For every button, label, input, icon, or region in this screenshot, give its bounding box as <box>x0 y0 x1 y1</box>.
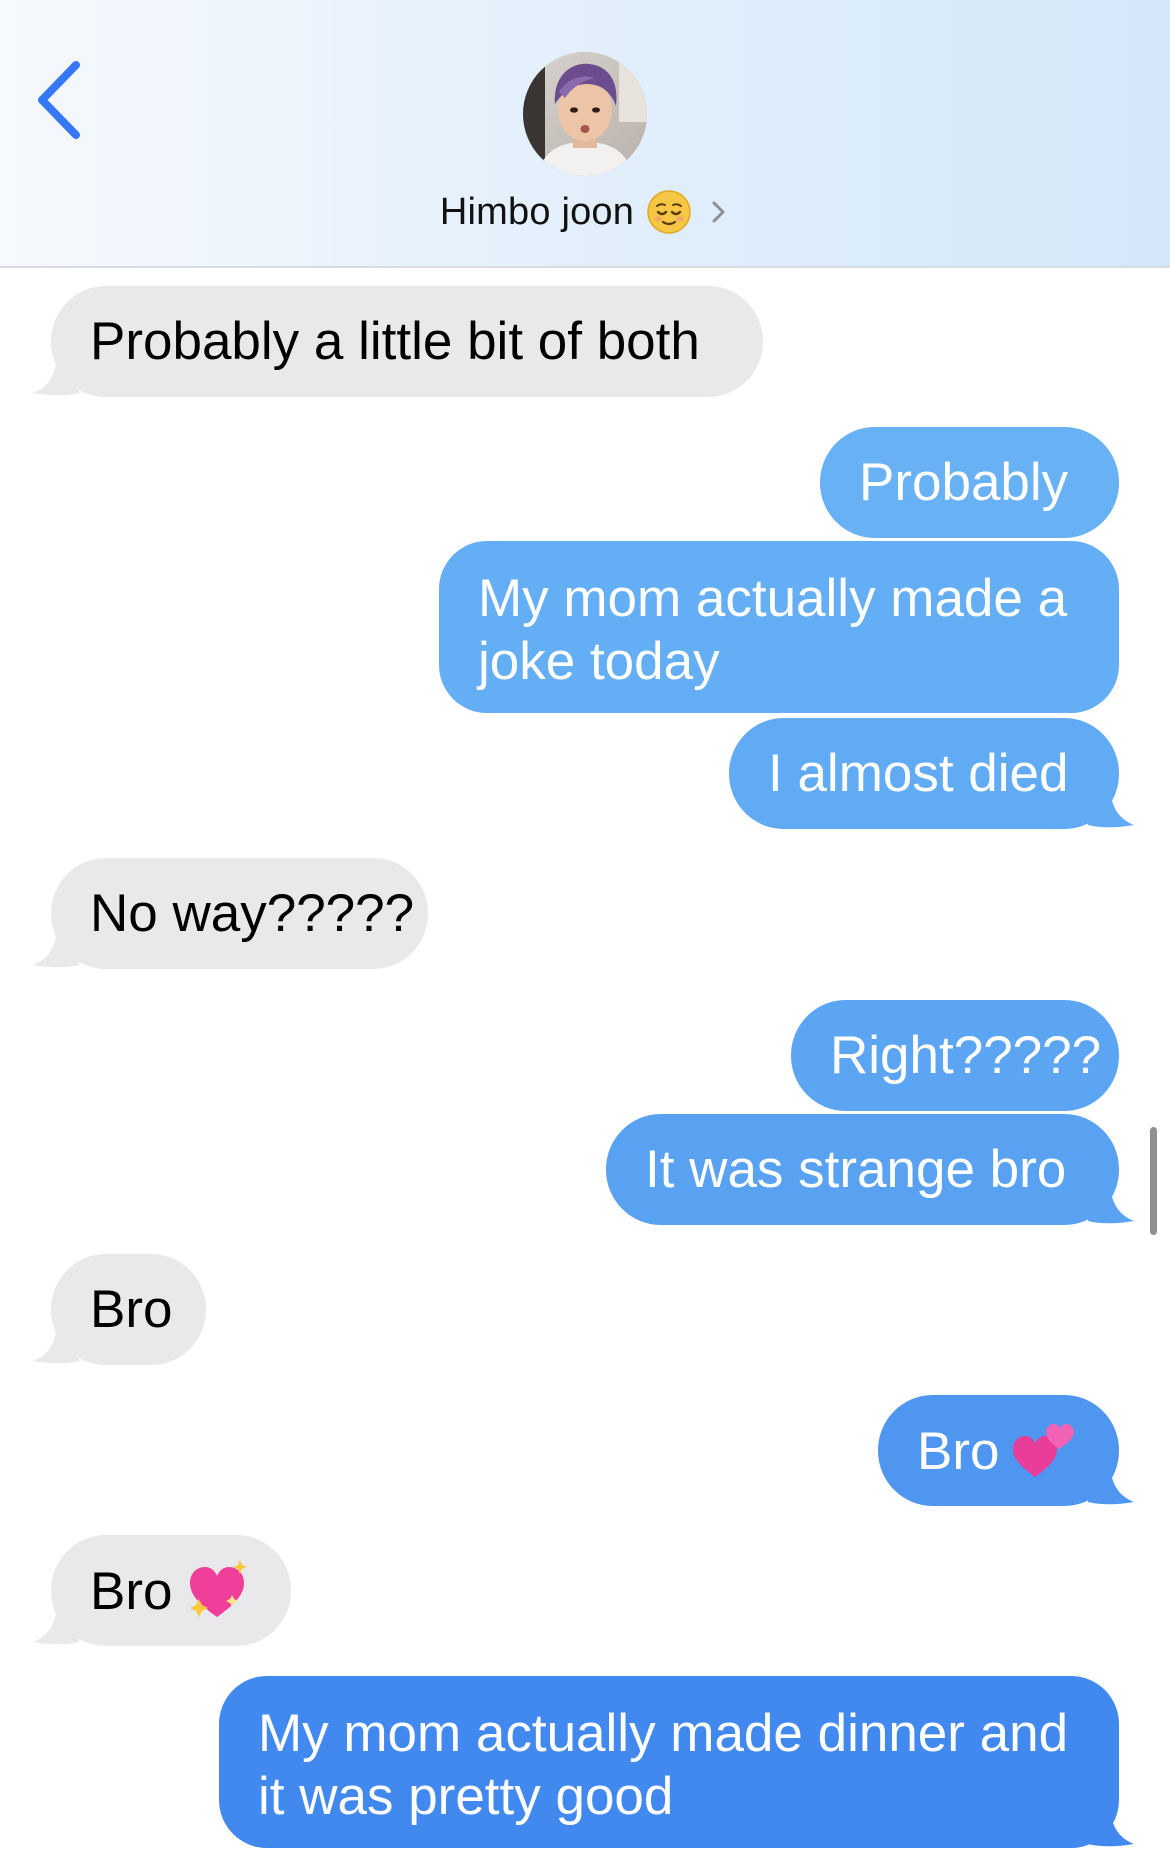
message-text: I almost died <box>768 744 1069 803</box>
message-text: Bro <box>90 1562 173 1621</box>
incoming-message-bubble[interactable]: Bro <box>51 1535 291 1646</box>
message-text: Right????? <box>830 1026 1102 1085</box>
bubble-tail <box>1088 785 1134 828</box>
outgoing-message-bubble[interactable]: Probably <box>820 427 1119 538</box>
two-hearts-icon <box>1011 1419 1077 1479</box>
bubble-tail <box>33 925 79 968</box>
bubble-tail <box>33 353 79 396</box>
outgoing-message-bubble[interactable]: Bro <box>878 1395 1119 1506</box>
relieved-face-icon <box>646 189 692 235</box>
message-text: My mom actually made a joke today <box>478 569 1068 691</box>
chevron-right-icon <box>708 196 730 228</box>
bubble-tail <box>33 1321 79 1364</box>
sparkling-heart-icon <box>184 1559 250 1619</box>
message-text: Probably <box>859 453 1069 512</box>
message-thread[interactable]: Probably a little bit of both Probably M… <box>0 268 1170 1857</box>
contact-name: Himbo joon <box>439 190 635 233</box>
scrollbar[interactable] <box>1150 1127 1157 1235</box>
message-text: Probably a little bit of both <box>90 312 700 371</box>
outgoing-message-bubble[interactable]: It was strange bro <box>606 1114 1119 1225</box>
back-button[interactable] <box>28 55 98 145</box>
bubble-tail <box>33 1602 79 1645</box>
outgoing-message-bubble[interactable]: Right????? <box>791 1000 1119 1111</box>
contact-photo <box>523 52 647 176</box>
message-text: Bro <box>90 1280 173 1339</box>
message-text: My mom actually made dinner and it was p… <box>258 1704 1069 1826</box>
incoming-message-bubble[interactable]: No way????? <box>51 858 428 969</box>
conversation-header: Himbo joon <box>0 0 1170 268</box>
chevron-left-icon <box>38 61 80 139</box>
bubble-tail <box>1088 1804 1134 1847</box>
message-text: It was strange bro <box>645 1140 1067 1199</box>
avatar[interactable] <box>523 52 647 176</box>
messages-app: Himbo joon Probably a little bit of both… <box>0 0 1170 1857</box>
outgoing-message-bubble[interactable]: I almost died <box>729 718 1119 829</box>
outgoing-message-bubble[interactable]: My mom actually made dinner and it was p… <box>219 1676 1119 1848</box>
message-text: No way????? <box>90 884 415 943</box>
bubble-tail <box>1088 1181 1134 1224</box>
contact-details-button[interactable]: Himbo joon <box>0 186 1170 238</box>
outgoing-message-bubble[interactable]: My mom actually made a joke today <box>439 541 1119 713</box>
bubble-tail <box>1088 1462 1134 1505</box>
message-text: Bro <box>917 1422 1000 1481</box>
incoming-message-bubble[interactable]: Probably a little bit of both <box>51 286 763 397</box>
